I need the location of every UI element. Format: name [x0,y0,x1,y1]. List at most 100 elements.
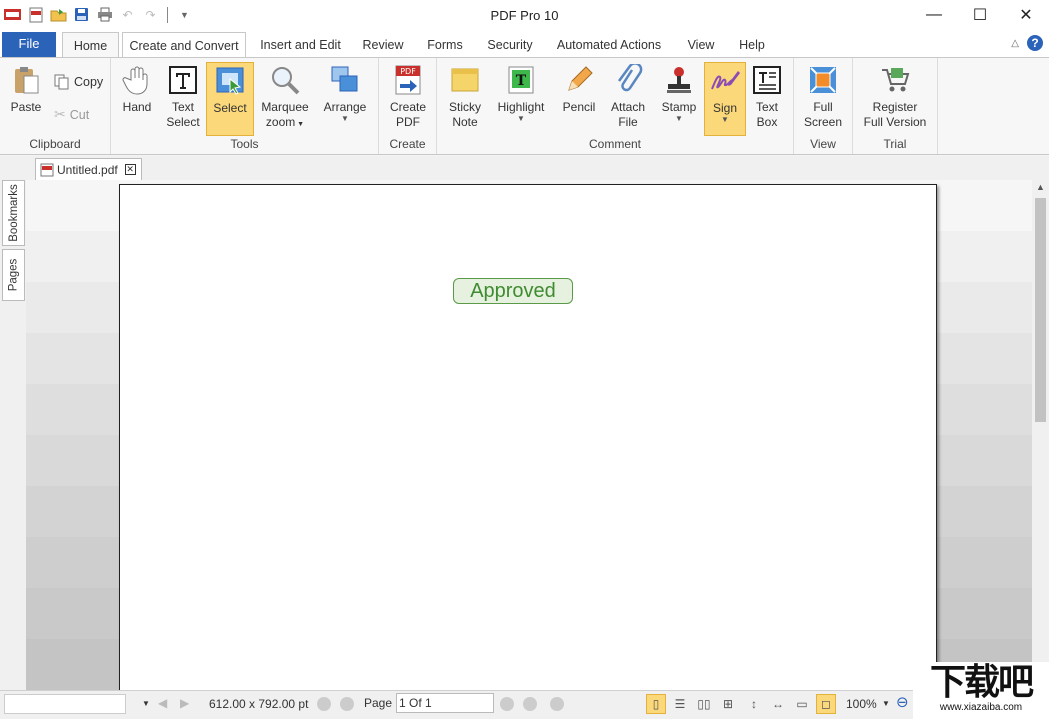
signature-icon [711,71,740,90]
highlight-button[interactable]: T Highlight ▼ [493,62,549,136]
text-box-icon [753,66,781,94]
paperclip-icon [617,64,643,92]
pencil-button[interactable]: Pencil [555,62,603,136]
tab-file[interactable]: File [2,32,56,57]
continuous-view-icon[interactable]: ☰ [670,694,690,714]
stamp-icon [667,67,691,93]
scissors-icon: ✂ [54,106,66,122]
title-bar: ↶ ↷ ▼ PDF Pro 10 — ☐ ✕ [0,0,1049,32]
select-icon [216,67,244,95]
collapse-ribbon-icon[interactable]: △ [1011,38,1019,49]
tab-forms[interactable]: Forms [421,32,469,57]
copy-button[interactable]: Copy [54,74,103,90]
create-pdf-button[interactable]: PDF Create PDF [384,62,432,136]
scrollbar-thumb[interactable] [1035,198,1046,422]
zoom-dropdown-icon[interactable]: ▼ [882,699,890,708]
zoom-out-icon[interactable]: ⊖ [896,693,909,711]
first-page-icon[interactable]: ◀ [158,696,167,710]
marquee-zoom-button[interactable]: Marquee zoom ▼ [257,62,313,136]
group-clipboard: Paste Copy ✂ Cut Clipboard [0,58,111,154]
tab-help[interactable]: Help [733,32,771,57]
hand-tool-button[interactable]: Hand [113,62,161,136]
document-tabs: Untitled.pdf ✕ [0,156,1049,180]
tab-home[interactable]: Home [62,32,119,58]
find-dropdown-icon[interactable]: ▼ [142,699,150,708]
pdf-file-icon [40,163,54,176]
scroll-up-icon[interactable]: ▲ [1032,182,1049,192]
single-page-view-icon[interactable]: ▯ [646,694,666,714]
watermark-url: www.xiazaiba.com [939,702,1023,713]
first-page-nav-icon[interactable] [317,697,331,711]
zoom-level[interactable]: 100% [846,697,877,711]
tab-review[interactable]: Review [358,32,408,57]
text-select-button[interactable]: Text Select [159,62,207,136]
close-document-icon[interactable]: ✕ [124,164,136,175]
stamp-button[interactable]: Stamp ▼ [655,62,703,136]
tab-view[interactable]: View [681,32,721,57]
fit-width-icon[interactable]: ↔ [768,694,788,714]
facing-continuous-view-icon[interactable]: ⊞ [718,694,738,714]
maximize-icon[interactable]: ☐ [957,0,1003,30]
fit-height-icon[interactable]: ↕ [744,694,764,714]
sign-button[interactable]: Sign ▼ [704,62,746,136]
site-watermark: 下载吧 www.xiazaiba.com [913,662,1049,719]
next-page-nav-icon[interactable] [500,697,514,711]
tab-create-and-convert[interactable]: Create and Convert [122,32,246,57]
paste-icon [15,67,39,94]
window-controls: — ☐ ✕ [911,0,1049,30]
cut-button[interactable]: ✂ Cut [54,106,89,123]
arrange-button[interactable]: Arrange ▼ [319,62,371,136]
group-label-trial: Trial [883,137,907,151]
go-back-icon[interactable] [550,697,564,711]
tab-pages[interactable]: Pages [2,249,25,301]
dropdown-arrow-icon: ▼ [295,121,305,128]
svg-text:PDF: PDF [400,67,416,76]
vertical-scrollbar[interactable]: ▲ [1032,180,1049,690]
register-full-version-button[interactable]: Register Full Version [859,62,931,136]
text-select-icon [169,66,197,94]
dropdown-arrow-icon: ▼ [341,114,349,123]
group-label-comment: Comment [588,137,641,151]
group-comment: Sticky Note T Highlight ▼ Pencil Attach … [437,58,794,154]
page-label: Page [364,696,393,710]
copy-icon [54,74,69,90]
select-tool-button[interactable]: Select [206,62,254,136]
close-icon[interactable]: ✕ [1003,0,1049,30]
text-box-button[interactable]: Text Box [743,62,791,136]
document-canvas[interactable]: Approved [26,180,1032,694]
dropdown-arrow-icon: ▼ [721,115,729,124]
group-trial: Register Full Version Trial [853,58,938,154]
group-label-view: View [810,137,836,151]
paste-button[interactable]: Paste [4,62,48,136]
tab-automated-actions[interactable]: Automated Actions [551,32,667,57]
full-screen-button[interactable]: Full Screen [799,62,847,136]
document-tab[interactable]: Untitled.pdf ✕ [35,158,142,180]
find-input[interactable] [4,694,126,714]
last-page-nav-icon[interactable] [523,697,537,711]
shopping-cart-icon [882,68,910,92]
group-label-clipboard: Clipboard [29,137,81,151]
attach-file-button[interactable]: Attach File [604,62,652,136]
approved-stamp[interactable]: Approved [453,278,573,304]
facing-view-icon[interactable]: ▯▯ [694,694,714,714]
help-icon[interactable]: ? [1027,35,1043,51]
ribbon-corner-controls: △ ? [1011,35,1043,51]
actual-size-icon[interactable]: ▭ [792,694,812,714]
prev-page-nav-icon[interactable] [340,697,354,711]
status-bar: ▼ ◀ ▶ 612.00 x 792.00 pt Page 1 Of 1 ▯ ☰… [0,690,1049,719]
sticky-note-button[interactable]: Sticky Note [441,62,489,136]
svg-text:T: T [516,73,527,89]
full-screen-icon [810,67,836,93]
tab-security[interactable]: Security [482,32,538,57]
dropdown-arrow-icon: ▼ [517,114,525,123]
page-number-input[interactable]: 1 Of 1 [396,693,494,713]
side-panel-tabs: Bookmarks Pages [0,180,26,690]
minimize-icon[interactable]: — [911,0,957,30]
last-page-icon[interactable]: ▶ [180,696,189,710]
group-create: PDF Create PDF Create [379,58,437,154]
fit-page-icon[interactable]: ◻ [816,694,836,714]
pdf-page[interactable]: Approved [119,184,937,694]
tab-bookmarks[interactable]: Bookmarks [2,180,25,246]
arrange-icon [331,66,358,92]
tab-insert-and-edit[interactable]: Insert and Edit [253,32,348,57]
